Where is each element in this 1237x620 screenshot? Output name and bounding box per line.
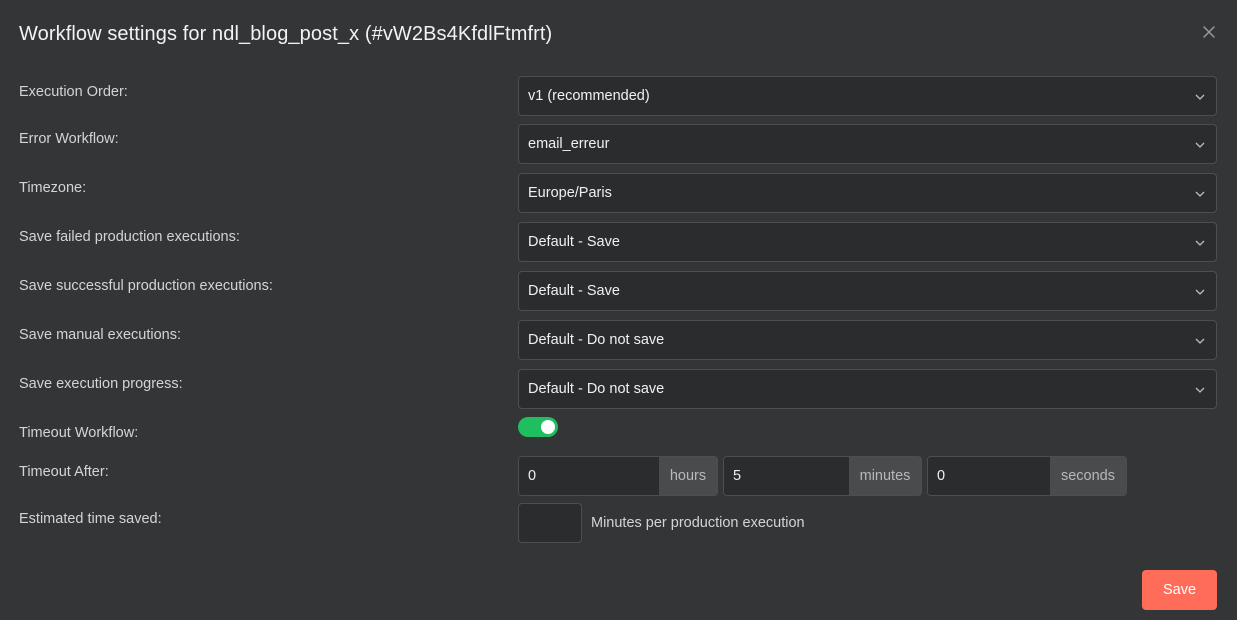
save-manual-select[interactable]: Default - Do not save <box>518 320 1217 360</box>
save-progress-select[interactable]: Default - Do not save <box>518 369 1217 409</box>
timeout-workflow-label: Timeout Workflow: <box>19 425 139 441</box>
chevron-down-icon <box>1195 387 1205 393</box>
estimated-time-suffix: Minutes per production execution <box>591 515 805 531</box>
error-workflow-value: email_erreur <box>528 136 610 152</box>
timeout-hours-group: hours <box>518 456 718 496</box>
save-failed-select[interactable]: Default - Save <box>518 222 1217 262</box>
save-button[interactable]: Save <box>1142 570 1217 610</box>
error-workflow-label: Error Workflow: <box>19 131 119 147</box>
chevron-down-icon <box>1195 191 1205 197</box>
timeout-hours-input[interactable] <box>519 457 659 495</box>
timeout-minutes-group: minutes <box>723 456 922 496</box>
error-workflow-select[interactable]: email_erreur <box>518 124 1217 164</box>
toggle-knob <box>541 420 555 434</box>
minutes-unit: minutes <box>849 457 921 495</box>
timeout-seconds-input[interactable] <box>928 457 1050 495</box>
save-failed-label: Save failed production executions: <box>19 229 240 245</box>
execution-order-select[interactable]: v1 (recommended) <box>518 76 1217 116</box>
chevron-down-icon <box>1195 94 1205 100</box>
chevron-down-icon <box>1195 289 1205 295</box>
timezone-label: Timezone: <box>19 180 87 196</box>
save-successful-value: Default - Save <box>528 283 620 299</box>
workflow-settings-dialog: Workflow settings for ndl_blog_post_x (#… <box>0 0 1237 620</box>
timezone-value: Europe/Paris <box>528 185 612 201</box>
save-progress-label: Save execution progress: <box>19 376 183 392</box>
dialog-title: Workflow settings for ndl_blog_post_x (#… <box>19 23 553 45</box>
save-successful-label: Save successful production executions: <box>19 278 273 294</box>
execution-order-value: v1 (recommended) <box>528 88 650 104</box>
chevron-down-icon <box>1195 240 1205 246</box>
timezone-select[interactable]: Europe/Paris <box>518 173 1217 213</box>
timeout-after-label: Timeout After: <box>19 464 109 480</box>
save-failed-value: Default - Save <box>528 234 620 250</box>
execution-order-label: Execution Order: <box>19 84 128 100</box>
estimated-time-label: Estimated time saved: <box>19 511 162 527</box>
timeout-workflow-toggle[interactable] <box>518 417 558 437</box>
chevron-down-icon <box>1195 338 1205 344</box>
hours-unit: hours <box>659 457 717 495</box>
save-progress-value: Default - Do not save <box>528 381 665 397</box>
close-icon[interactable] <box>1200 23 1218 41</box>
save-manual-value: Default - Do not save <box>528 332 665 348</box>
chevron-down-icon <box>1195 142 1205 148</box>
save-successful-select[interactable]: Default - Save <box>518 271 1217 311</box>
timeout-minutes-input[interactable] <box>724 457 849 495</box>
save-manual-label: Save manual executions: <box>19 327 182 343</box>
timeout-seconds-group: seconds <box>927 456 1127 496</box>
estimated-time-input[interactable] <box>518 503 582 543</box>
seconds-unit: seconds <box>1050 457 1126 495</box>
